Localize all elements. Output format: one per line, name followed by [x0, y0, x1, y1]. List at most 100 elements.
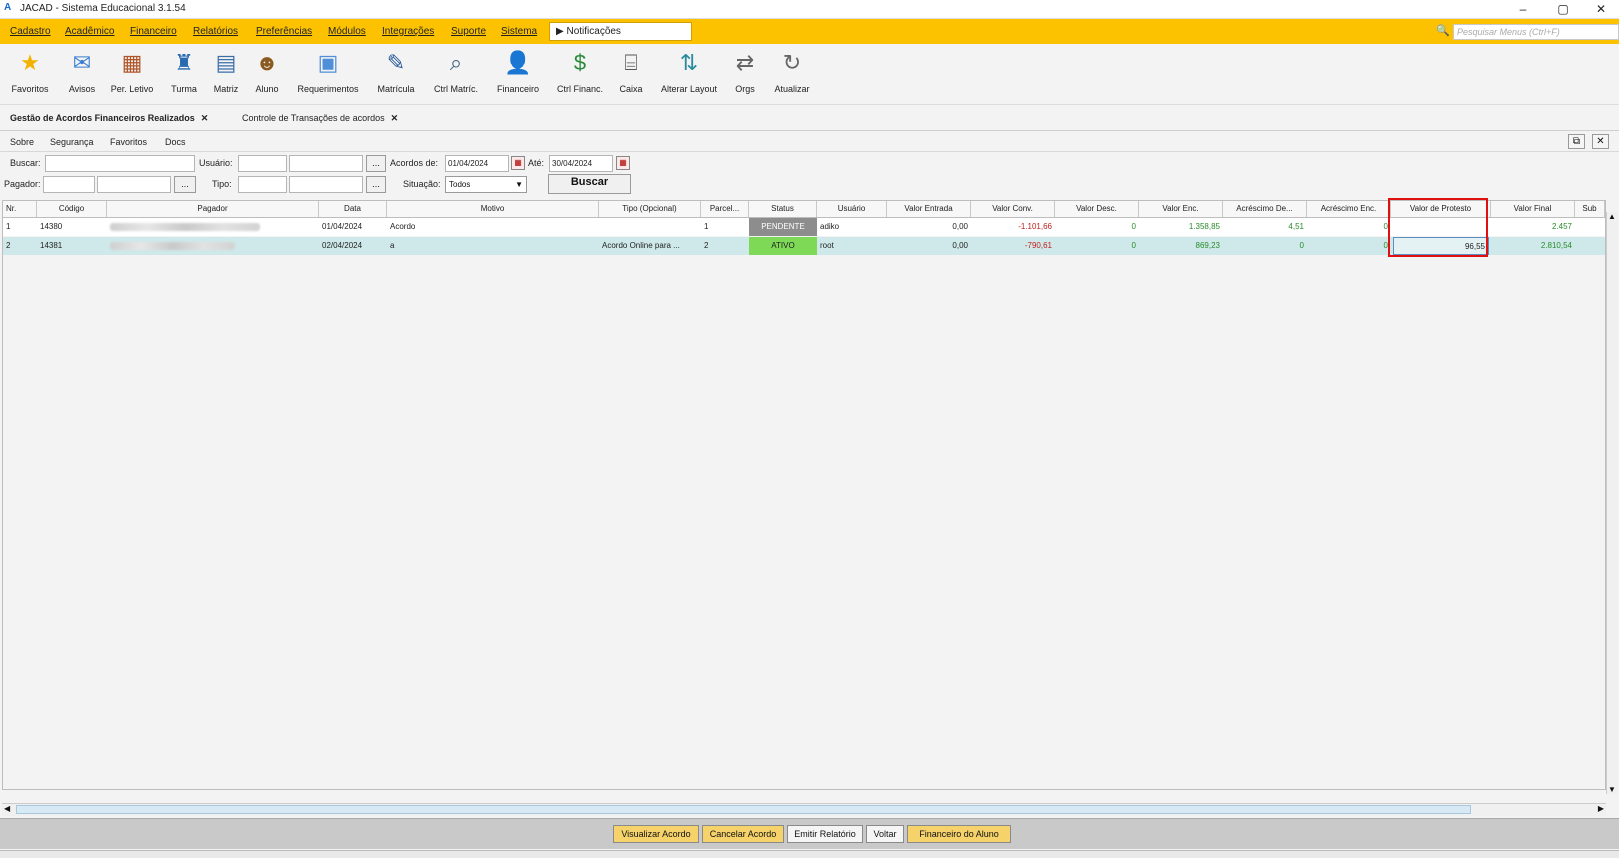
toolbar-avisos[interactable]: ✉ Avisos: [62, 48, 102, 94]
menu-academico[interactable]: Acadêmico: [65, 26, 114, 37]
column-header[interactable]: Usuário: [817, 201, 887, 217]
detach-icon[interactable]: ⧉: [1568, 134, 1585, 149]
column-header[interactable]: Valor Enc.: [1139, 201, 1223, 217]
column-header[interactable]: Código: [37, 201, 107, 217]
ate-input[interactable]: 30/04/2024: [549, 155, 613, 172]
column-header[interactable]: Status: [749, 201, 817, 217]
column-header[interactable]: Pagador: [107, 201, 319, 217]
horizontal-scrollbar[interactable]: ◀ ▶: [2, 803, 1606, 816]
scroll-right-icon[interactable]: ▶: [1598, 804, 1604, 813]
column-header[interactable]: Valor Final: [1491, 201, 1575, 217]
column-header[interactable]: Data: [319, 201, 387, 217]
close-tab-icon[interactable]: ✕: [391, 113, 399, 123]
menu-modulos[interactable]: Módulos: [328, 26, 366, 37]
close-window-button[interactable]: ✕: [1583, 0, 1619, 18]
menu-search-input[interactable]: Pesquisar Menus (Ctrl+F): [1453, 24, 1619, 40]
menu-relatorios[interactable]: Relatórios: [193, 26, 238, 37]
tipo-lookup-button[interactable]: ...: [366, 176, 386, 193]
toolbar-orgs[interactable]: ⇄ Orgs: [728, 48, 762, 94]
buscar-button[interactable]: Buscar: [548, 174, 631, 194]
scroll-left-icon[interactable]: ◀: [4, 804, 10, 813]
tab-controle-transacoes[interactable]: Controle de Transações de acordos ✕: [242, 113, 398, 124]
column-header[interactable]: Sub: [1575, 201, 1605, 217]
calendar-icon[interactable]: ▦: [616, 156, 630, 170]
toolbar-per-letivo[interactable]: ▦ Per. Letivo: [106, 48, 158, 94]
column-header[interactable]: Nr.: [3, 201, 37, 217]
toolbar-matricula[interactable]: ✎ Matrícula: [372, 48, 420, 94]
menu-preferencias[interactable]: Preferências: [256, 26, 312, 37]
cell-valor-conv: -1.101,66: [1018, 222, 1052, 231]
column-header[interactable]: Parcel...: [701, 201, 749, 217]
column-header[interactable]: Valor Entrada: [887, 201, 971, 217]
menu-financeiro[interactable]: Financeiro: [130, 26, 177, 37]
toolbar-aluno[interactable]: ☻ Aluno: [248, 48, 286, 94]
table-row[interactable]: 1 14380 01/04/2024 Acordo 1 PENDENTE adi…: [3, 218, 1605, 236]
visualizar-acordo-button[interactable]: Visualizar Acordo: [613, 825, 699, 843]
toolbar-label: Ctrl Matríc.: [434, 84, 478, 94]
table-header: Nr. Código Pagador Data Motivo Tipo (Opc…: [3, 201, 1605, 218]
vertical-scrollbar[interactable]: ▲ ▼: [1606, 212, 1618, 794]
acordos-de-label: Acordos de:: [390, 158, 439, 168]
tipo-name-input[interactable]: [289, 176, 363, 193]
toolbar-matriz[interactable]: ▤ Matriz: [207, 48, 245, 94]
cancelar-acordo-button[interactable]: Cancelar Acordo: [702, 825, 784, 843]
menu-cadastro[interactable]: Cadastro: [10, 26, 51, 37]
toolbar-atualizar[interactable]: ↻ Atualizar: [770, 48, 814, 94]
column-header[interactable]: Acréscimo De...: [1223, 201, 1307, 217]
toolbar-turma[interactable]: ♜ Turma: [164, 48, 204, 94]
cell-valor-entrada: 0,00: [952, 222, 968, 231]
acordos-de-input[interactable]: 01/04/2024: [445, 155, 509, 172]
pagador-label: Pagador:: [4, 179, 41, 189]
submenu-docs[interactable]: Docs: [165, 137, 186, 147]
menu-sistema[interactable]: Sistema: [501, 26, 537, 37]
layout-icon: ⇅: [679, 50, 699, 75]
pagador-code-input[interactable]: [43, 176, 95, 193]
submenu-favoritos[interactable]: Favoritos: [110, 137, 147, 147]
voltar-button[interactable]: Voltar: [866, 825, 904, 843]
column-header[interactable]: Valor Desc.: [1055, 201, 1139, 217]
scroll-down-icon[interactable]: ▼: [1608, 785, 1616, 794]
finance-user-icon: 👤: [504, 50, 532, 75]
notifications-tab[interactable]: ▶ Notificações: [549, 22, 692, 41]
column-header[interactable]: Valor Conv.: [971, 201, 1055, 217]
toolbar-favoritos[interactable]: ★ Favoritos: [8, 48, 52, 94]
scroll-up-icon[interactable]: ▲: [1608, 212, 1616, 221]
financeiro-do-aluno-button[interactable]: Financeiro do Aluno: [907, 825, 1011, 843]
usuario-label: Usuário:: [199, 158, 233, 168]
scroll-thumb[interactable]: [16, 805, 1471, 814]
submenu-sobre[interactable]: Sobre: [10, 137, 34, 147]
cell-valor-desc: 0: [1131, 222, 1136, 231]
cell-acrescimo-de: 4,51: [1288, 222, 1304, 231]
submenu-seguranca[interactable]: Segurança: [50, 137, 94, 147]
pagador-name-input[interactable]: [97, 176, 171, 193]
menu-integracoes[interactable]: Integrações: [382, 26, 434, 37]
table-row[interactable]: 2 14381 02/04/2024 a Acordo Online para …: [3, 237, 1605, 255]
toolbar-requerimentos[interactable]: ▣ Requerimentos: [292, 48, 364, 94]
usuario-name-input[interactable]: [289, 155, 363, 172]
column-header[interactable]: Motivo: [387, 201, 599, 217]
minimize-button[interactable]: –: [1505, 0, 1541, 18]
tab-gestao-acordos[interactable]: Gestão de Acordos Financeiros Realizados…: [10, 113, 208, 124]
toolbar-alterar-layout[interactable]: ⇅ Alterar Layout: [656, 48, 722, 94]
pagador-lookup-button[interactable]: ...: [174, 176, 196, 193]
close-tab-icon[interactable]: ✕: [201, 113, 209, 123]
redacted-name: [110, 241, 235, 250]
close-screen-icon[interactable]: ✕: [1592, 134, 1609, 149]
column-header[interactable]: Acréscimo Enc.: [1307, 201, 1391, 217]
calendar-icon[interactable]: ▦: [511, 156, 525, 170]
toolbar-ctrl-matric[interactable]: ⌕ Ctrl Matríc.: [428, 48, 484, 94]
tipo-code-input[interactable]: [238, 176, 287, 193]
situacao-select[interactable]: Todos ▼: [445, 176, 527, 193]
menu-suporte[interactable]: Suporte: [451, 26, 486, 37]
toolbar-caixa[interactable]: ⌸ Caixa: [612, 48, 650, 94]
maximize-button[interactable]: ▢: [1545, 0, 1581, 18]
search-icon: 🔍: [1436, 25, 1450, 37]
usuario-lookup-button[interactable]: ...: [366, 155, 386, 172]
usuario-code-input[interactable]: [238, 155, 287, 172]
column-header[interactable]: Tipo (Opcional): [599, 201, 701, 217]
emitir-relatorio-button[interactable]: Emitir Relatório: [787, 825, 863, 843]
toolbar-financeiro[interactable]: 👤 Financeiro: [490, 48, 546, 94]
status-badge: ATIVO: [749, 237, 817, 255]
buscar-input[interactable]: [45, 155, 195, 172]
toolbar-ctrl-financ[interactable]: $ Ctrl Financ.: [552, 48, 608, 94]
